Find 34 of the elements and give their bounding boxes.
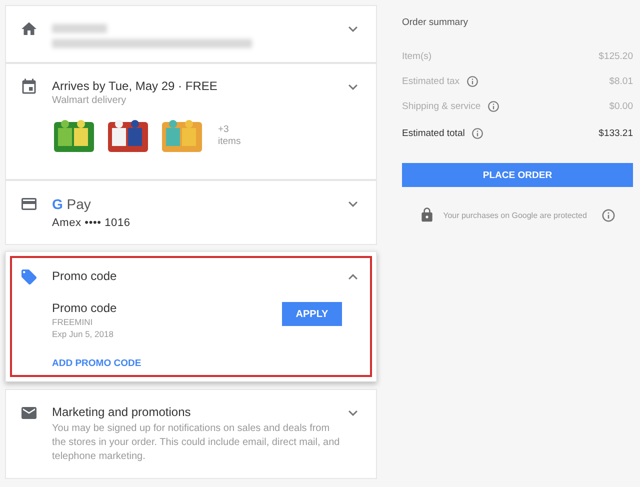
info-icon[interactable] xyxy=(600,208,616,222)
credit-card-icon xyxy=(20,195,38,213)
info-icon[interactable] xyxy=(486,100,500,113)
protection-note: Your purchases on Google are protected xyxy=(443,210,587,220)
place-order-button[interactable]: PLACE ORDER xyxy=(402,163,633,187)
summary-value: $0.00 xyxy=(609,101,633,112)
tag-icon xyxy=(20,268,38,286)
summary-value: $125.20 xyxy=(598,51,633,62)
delivery-date: Arrives by Tue, May 29 · FREE xyxy=(52,78,218,94)
card-number: Amex •••• 1016 xyxy=(52,217,132,229)
promo-label: Promo code xyxy=(52,300,118,316)
calendar-icon xyxy=(20,78,38,96)
summary-label: Shipping & service xyxy=(402,101,481,112)
add-promo-code-link[interactable]: ADD PROMO CODE xyxy=(52,358,142,369)
summary-label: Item(s) xyxy=(402,51,432,62)
section-title: Marketing and promotions xyxy=(52,404,192,420)
summary-value: $8.01 xyxy=(609,76,633,87)
info-icon[interactable] xyxy=(470,127,484,140)
marketing-description: You may be signed up for notifications on sales and deals from the stores in your order. This could include email, direct mail, and telephone marketing. xyxy=(52,422,341,464)
promo-code: FREEMINI xyxy=(52,316,94,328)
mail-icon xyxy=(20,404,38,422)
home-icon xyxy=(20,20,38,38)
summary-value: $133.21 xyxy=(598,128,633,139)
summary-title: Order summary xyxy=(402,17,469,28)
summary-label: Estimated total xyxy=(402,128,465,139)
lock-icon xyxy=(419,207,436,223)
apply-button[interactable]: APPLY xyxy=(282,302,342,326)
promo-expiry: Exp Jun 5, 2018 xyxy=(52,328,114,340)
summary-label: Estimated tax xyxy=(402,76,460,87)
delivery-provider: Walmart delivery xyxy=(52,94,128,108)
info-icon[interactable] xyxy=(466,75,479,88)
more-items-count: +3 items xyxy=(218,124,241,148)
wallet-logo: G Pay xyxy=(52,195,92,213)
section-title: Promo code xyxy=(52,268,118,284)
